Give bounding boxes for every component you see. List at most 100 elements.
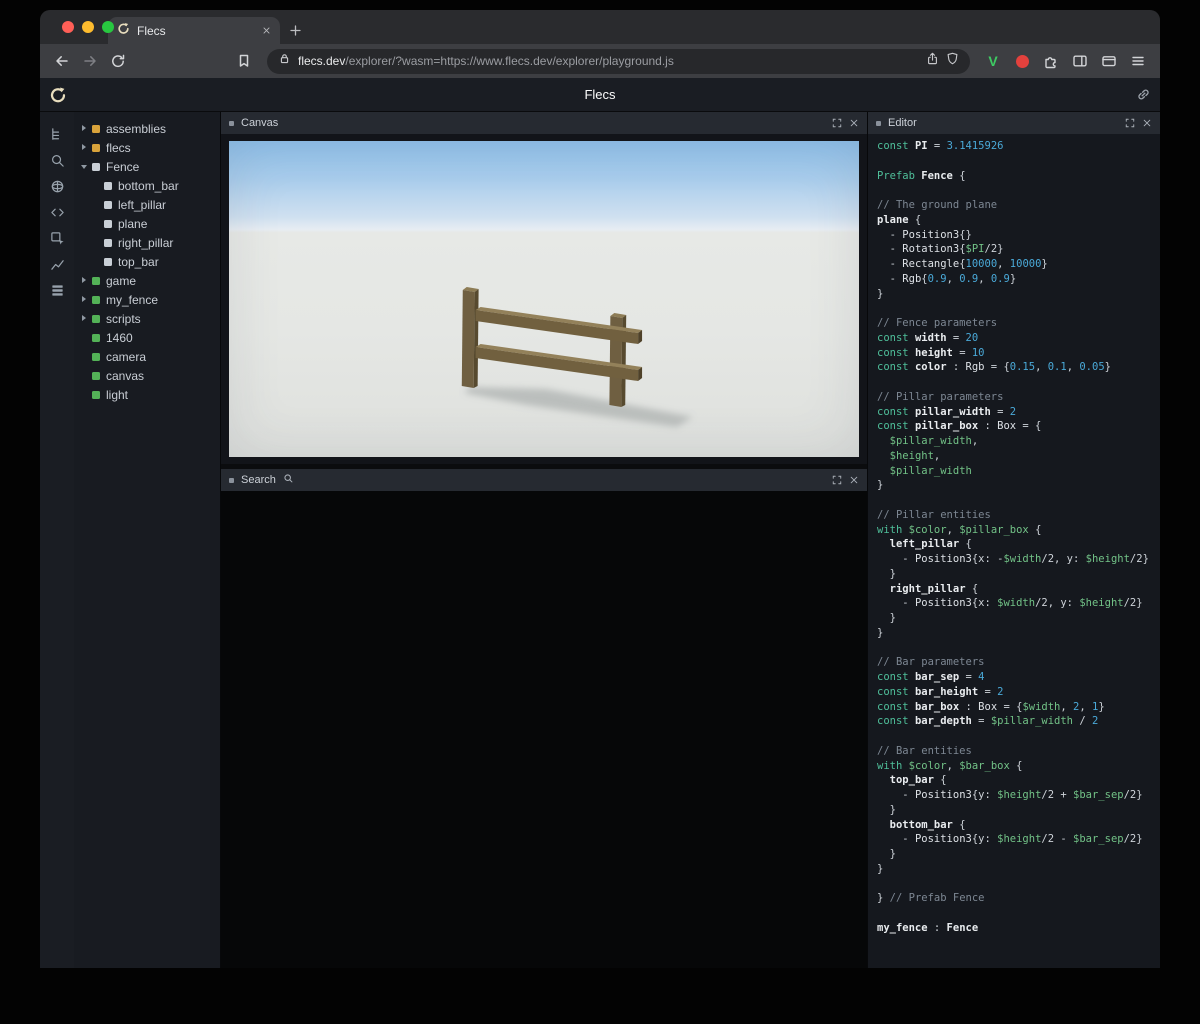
share-link-icon[interactable] <box>1136 87 1151 102</box>
tree-open-chevron-icon[interactable] <box>80 162 91 171</box>
search-panel-body <box>221 491 867 968</box>
tree-item-label: scripts <box>106 312 141 326</box>
tree-item-label: plane <box>118 217 147 231</box>
globe-icon[interactable] <box>44 173 70 199</box>
wallet-icon[interactable] <box>1096 48 1122 74</box>
tab-close-icon[interactable] <box>262 22 271 40</box>
extensions-puzzle-icon[interactable] <box>1038 48 1064 74</box>
code-line: } <box>877 611 1160 626</box>
sidebar-panel-icon[interactable] <box>1067 48 1093 74</box>
rows-icon[interactable] <box>44 277 70 303</box>
tree-item-canvas[interactable]: canvas <box>74 366 220 385</box>
tree-item-plane[interactable]: plane <box>74 214 220 233</box>
entity-square-icon <box>92 277 100 285</box>
tree-indent-spacer <box>92 200 103 209</box>
tree-item-bottom_bar[interactable]: bottom_bar <box>74 176 220 195</box>
tree-item-label: game <box>106 274 136 288</box>
expand-icon[interactable] <box>1125 118 1135 128</box>
code-editor[interactable]: const PI = 3.1415926 Prefab Fence { // T… <box>868 134 1160 968</box>
code-line: const color : Rgb = {0.15, 0.1, 0.05} <box>877 360 1160 375</box>
url-domain: flecs.dev <box>298 54 345 68</box>
code-line <box>877 906 1160 921</box>
editor-panel: Editor const PI = 3.1415926 Prefab Fence… <box>868 112 1160 968</box>
chart-icon[interactable] <box>44 251 70 277</box>
tree-closed-chevron-icon[interactable] <box>80 276 91 285</box>
prefab-square-icon <box>104 258 112 266</box>
canvas-panel-title: Canvas <box>241 117 278 129</box>
icon-rail <box>40 112 74 968</box>
entity-square-icon <box>92 391 100 399</box>
tree-closed-chevron-icon[interactable] <box>80 143 91 152</box>
new-tab-button[interactable] <box>280 17 310 44</box>
tree-item-label: camera <box>106 350 146 364</box>
tree-item-top_bar[interactable]: top_bar <box>74 252 220 271</box>
code-line: const pillar_box : Box = { <box>877 419 1160 434</box>
tree-item-1460[interactable]: 1460 <box>74 328 220 347</box>
tree-item-my_fence[interactable]: my_fence <box>74 290 220 309</box>
inspect-icon[interactable] <box>44 225 70 251</box>
tree-closed-chevron-icon[interactable] <box>80 124 91 133</box>
code-line: const width = 20 <box>877 331 1160 346</box>
code-line: $height, <box>877 449 1160 464</box>
tree-indent-spacer <box>92 238 103 247</box>
expand-icon[interactable] <box>832 475 842 485</box>
code-line: const bar_depth = $pillar_width / 2 <box>877 714 1160 729</box>
center-column: Canvas <box>220 112 868 968</box>
vimium-extension-icon[interactable]: V <box>980 48 1006 74</box>
tree-item-left_pillar[interactable]: left_pillar <box>74 195 220 214</box>
address-bar[interactable]: flecs.dev/explorer/?wasm=https://www.fle… <box>267 49 970 74</box>
code-line <box>877 641 1160 656</box>
reload-button[interactable] <box>105 48 131 74</box>
close-window-button[interactable] <box>62 21 74 33</box>
tree-item-Fence[interactable]: Fence <box>74 157 220 176</box>
code-line: with $color, $bar_box { <box>877 759 1160 774</box>
bookmark-icon[interactable] <box>231 48 257 74</box>
tree-closed-chevron-icon[interactable] <box>80 314 91 323</box>
code-line: // Pillar entities <box>877 508 1160 523</box>
3d-viewport[interactable] <box>229 141 859 457</box>
panel-dot-icon <box>229 478 234 483</box>
tree-item-right_pillar[interactable]: right_pillar <box>74 233 220 252</box>
tree-item-label: top_bar <box>118 255 159 269</box>
tree-item-scripts[interactable]: scripts <box>74 309 220 328</box>
code-line: } <box>877 847 1160 862</box>
code-line: Prefab Fence { <box>877 169 1160 184</box>
tree-item-light[interactable]: light <box>74 385 220 404</box>
code-line: // The ground plane <box>877 198 1160 213</box>
tree-item-flecs[interactable]: flecs <box>74 138 220 157</box>
menu-icon[interactable] <box>1125 48 1151 74</box>
search-panel-header: Search <box>221 469 867 491</box>
expand-icon[interactable] <box>832 118 842 128</box>
search-icon[interactable] <box>44 147 70 173</box>
editor-panel-header: Editor <box>868 112 1160 134</box>
record-extension-icon[interactable] <box>1009 48 1035 74</box>
search-panel-title: Search <box>241 474 276 486</box>
tree-item-label: right_pillar <box>118 236 173 250</box>
tree-item-camera[interactable]: camera <box>74 347 220 366</box>
close-icon[interactable] <box>1142 118 1152 128</box>
tab-title: Flecs <box>137 24 255 38</box>
tree-item-assemblies[interactable]: assemblies <box>74 119 220 138</box>
back-button[interactable] <box>49 48 75 74</box>
tree-item-game[interactable]: game <box>74 271 220 290</box>
code-line: - Position3{} <box>877 228 1160 243</box>
tree-indent-spacer <box>92 219 103 228</box>
tree-closed-chevron-icon[interactable] <box>80 295 91 304</box>
forward-button[interactable] <box>77 48 103 74</box>
fence-3d-render <box>229 141 859 457</box>
code-icon[interactable] <box>44 199 70 225</box>
close-icon[interactable] <box>849 475 859 485</box>
v-extension-label: V <box>988 53 997 69</box>
url-text: flecs.dev/explorer/?wasm=https://www.fle… <box>298 54 919 68</box>
minimize-window-button[interactable] <box>82 21 94 33</box>
entity-tree-panel: assembliesflecsFencebottom_barleft_pilla… <box>74 112 220 968</box>
red-dot-icon <box>1016 55 1029 68</box>
brave-shield-icon[interactable] <box>946 52 959 70</box>
share-icon[interactable] <box>926 52 939 70</box>
zoom-window-button[interactable] <box>102 21 114 33</box>
tree-icon[interactable] <box>44 121 70 147</box>
tree-indent-spacer <box>80 352 91 361</box>
close-icon[interactable] <box>849 118 859 128</box>
browser-tab[interactable]: Flecs <box>108 17 280 44</box>
code-line: // Bar parameters <box>877 655 1160 670</box>
